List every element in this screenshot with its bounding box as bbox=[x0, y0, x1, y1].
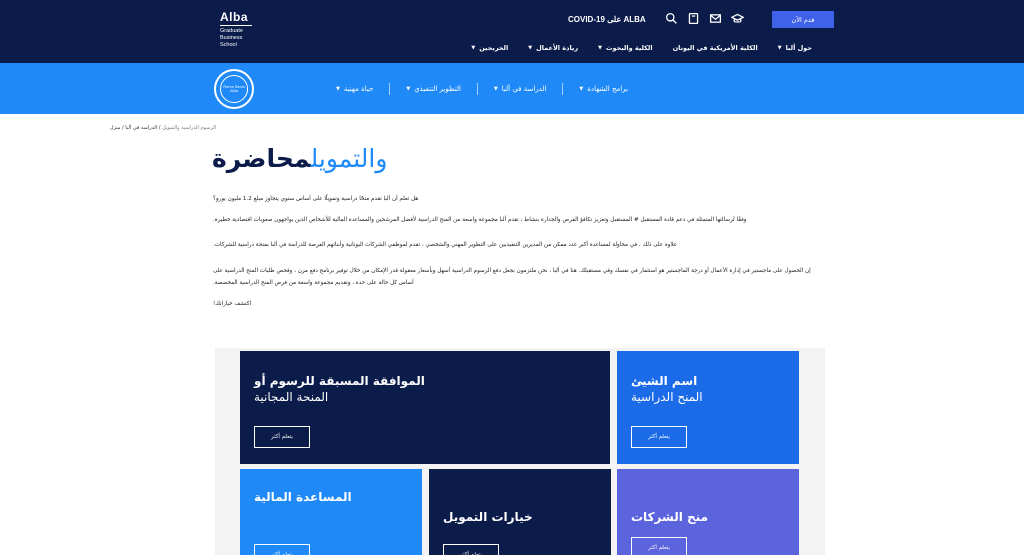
logo-sub-2: Business bbox=[220, 35, 243, 41]
learn-more-button[interactable]: يتعلم أكثر bbox=[254, 544, 310, 555]
chevron-down-icon: ▼ bbox=[598, 45, 602, 51]
learn-more-button[interactable]: يتعلم أكثر bbox=[631, 426, 687, 448]
divider bbox=[389, 83, 391, 95]
divider bbox=[476, 83, 478, 95]
alba-logo[interactable]: Alba Graduate Business School bbox=[220, 10, 252, 49]
nav-label: الكلية والبحوث bbox=[605, 44, 653, 52]
nav-entrepreneurship[interactable]: ريادة الأعمال ▼ bbox=[518, 42, 588, 54]
card-title: المساعدة المالية bbox=[254, 489, 352, 505]
chevron-down-icon: ▼ bbox=[579, 86, 584, 92]
discover-text: اكتشف خياراتك! bbox=[213, 301, 252, 307]
card-title: منح الشركات bbox=[631, 509, 708, 525]
divider bbox=[562, 83, 564, 95]
card-financial-aid[interactable]: المساعدة المالية يتعلم أكثر bbox=[240, 469, 422, 555]
breadcrumb-separator: / bbox=[120, 125, 124, 131]
mission-paragraph: وفقًا لرسالتها المتمثلة في دعم قادة المس… bbox=[213, 217, 747, 223]
breadcrumb-home[interactable]: منزل bbox=[110, 125, 121, 131]
college-seal: Fierce Denis Alba bbox=[214, 69, 254, 109]
book-icon[interactable] bbox=[686, 11, 700, 25]
card-scholarships[interactable]: اسم الشيئ المنح الدراسية يتعلم أكثر bbox=[617, 351, 799, 464]
seal-text: Fierce Denis Alba bbox=[220, 75, 248, 103]
title-part-dark: محاضرة bbox=[212, 144, 311, 173]
graduation-cap-icon[interactable] bbox=[730, 11, 744, 25]
learn-more-button[interactable]: يتعلم أكثر bbox=[254, 426, 310, 448]
learn-more-button[interactable]: يتعلم أكثر bbox=[443, 544, 499, 555]
main-nav: حول ألبا ▼ الكلية الأمريكية في اليونان ال… bbox=[461, 42, 822, 54]
card-funding-options[interactable]: خيارات التمويل يتعلم أكثر bbox=[429, 469, 611, 555]
card-title-line: المساعدة المالية bbox=[254, 490, 352, 504]
nav-label: الكلية الأمريكية في اليونان bbox=[672, 44, 758, 52]
learn-more-button[interactable]: يتعلم أكثر bbox=[631, 537, 687, 555]
section-nav: برامج الشهادة ▼ الدراسة في ألبا ▼ التطوير … bbox=[320, 83, 644, 95]
logo-sub-3: School bbox=[220, 42, 237, 48]
card-title: اسم الشيئ المنح الدراسية bbox=[631, 373, 703, 405]
covid-link[interactable]: ALBA على COVID-19 bbox=[568, 15, 646, 24]
corporate-paragraph: علاوة على ذلك ، في محاولة لمساعدة أكبر ع… bbox=[213, 242, 678, 248]
apply-now-button[interactable]: قدم الآن bbox=[772, 11, 834, 28]
breadcrumb-current: الرسوم الدراسية والتمويل bbox=[162, 125, 216, 131]
chevron-down-icon: ▼ bbox=[528, 45, 533, 51]
nav-label: ريادة الأعمال bbox=[536, 44, 579, 52]
logo-sub-1: Graduate bbox=[220, 28, 243, 34]
card-title: الموافقة المسبقة للرسوم أو المنحة المجان… bbox=[254, 373, 425, 405]
subnav-label: الدراسة في ألبا bbox=[501, 85, 547, 93]
breadcrumb: الرسوم الدراسية والتمويل / الدراسة في أل… bbox=[110, 125, 216, 131]
card-title-line: خيارات التمويل bbox=[443, 510, 533, 524]
title-part-blue: والتمويل bbox=[310, 144, 388, 173]
nav-faculty[interactable]: الكلية والبحوث ▼ bbox=[588, 42, 662, 54]
subnav-label: التطوير التنفيذي bbox=[414, 85, 461, 93]
utility-icons bbox=[664, 11, 744, 25]
breadcrumb-level1[interactable]: الدراسة في ألبا bbox=[125, 125, 157, 131]
card-title-line: منح الشركات bbox=[631, 510, 708, 524]
card-title-line: اسم الشيئ bbox=[631, 374, 698, 388]
investment-paragraph: إن الحصول على ماجستير في إدارة الأعمال أ… bbox=[213, 268, 811, 286]
chevron-down-icon: ▼ bbox=[471, 45, 476, 51]
card-corporate-scholarships[interactable]: منح الشركات يتعلم أكثر bbox=[617, 469, 799, 555]
page-title: والتمويلمحاضرة bbox=[212, 144, 387, 173]
nav-about[interactable]: حول ألبا ▼ bbox=[768, 42, 822, 54]
card-prepayment-fees[interactable]: الموافقة المسبقة للرسوم أو المنحة المجان… bbox=[240, 351, 610, 464]
nav-label: حول ألبا bbox=[785, 44, 812, 52]
subnav-degree-programs[interactable]: برامج الشهادة ▼ bbox=[563, 85, 644, 93]
subnav-executive-development[interactable]: التطوير التنفيذي ▼ bbox=[390, 85, 477, 93]
search-icon[interactable] bbox=[664, 11, 678, 25]
chevron-down-icon: ▼ bbox=[493, 86, 498, 92]
nav-acg[interactable]: الكلية الأمريكية في اليونان bbox=[663, 42, 768, 54]
intro-paragraph: هل تعلم أن ألبا تقدم منحًا دراسية وتمويل… bbox=[213, 196, 419, 202]
subnav-label: حياة مهنية bbox=[343, 85, 374, 93]
card-title: خيارات التمويل bbox=[443, 509, 533, 525]
card-subtitle: المنحة المجانية bbox=[254, 390, 329, 404]
subnav-label: برامج الشهادة bbox=[587, 85, 628, 93]
subnav-study-at-alba[interactable]: الدراسة في ألبا ▼ bbox=[478, 85, 563, 93]
chevron-down-icon: ▼ bbox=[336, 86, 340, 92]
nav-alumni[interactable]: الخريجين ▼ bbox=[461, 42, 518, 54]
card-subtitle: المنح الدراسية bbox=[631, 390, 703, 404]
nav-label: الخريجين bbox=[479, 44, 509, 52]
mail-icon[interactable] bbox=[708, 11, 722, 25]
chevron-down-icon: ▼ bbox=[777, 45, 782, 51]
logo-name: Alba bbox=[220, 10, 252, 26]
chevron-down-icon: ▼ bbox=[406, 86, 411, 92]
subnav-careers[interactable]: حياة مهنية ▼ bbox=[320, 85, 389, 93]
card-title-line: الموافقة المسبقة للرسوم أو bbox=[254, 374, 425, 388]
breadcrumb-separator: / bbox=[157, 125, 161, 131]
